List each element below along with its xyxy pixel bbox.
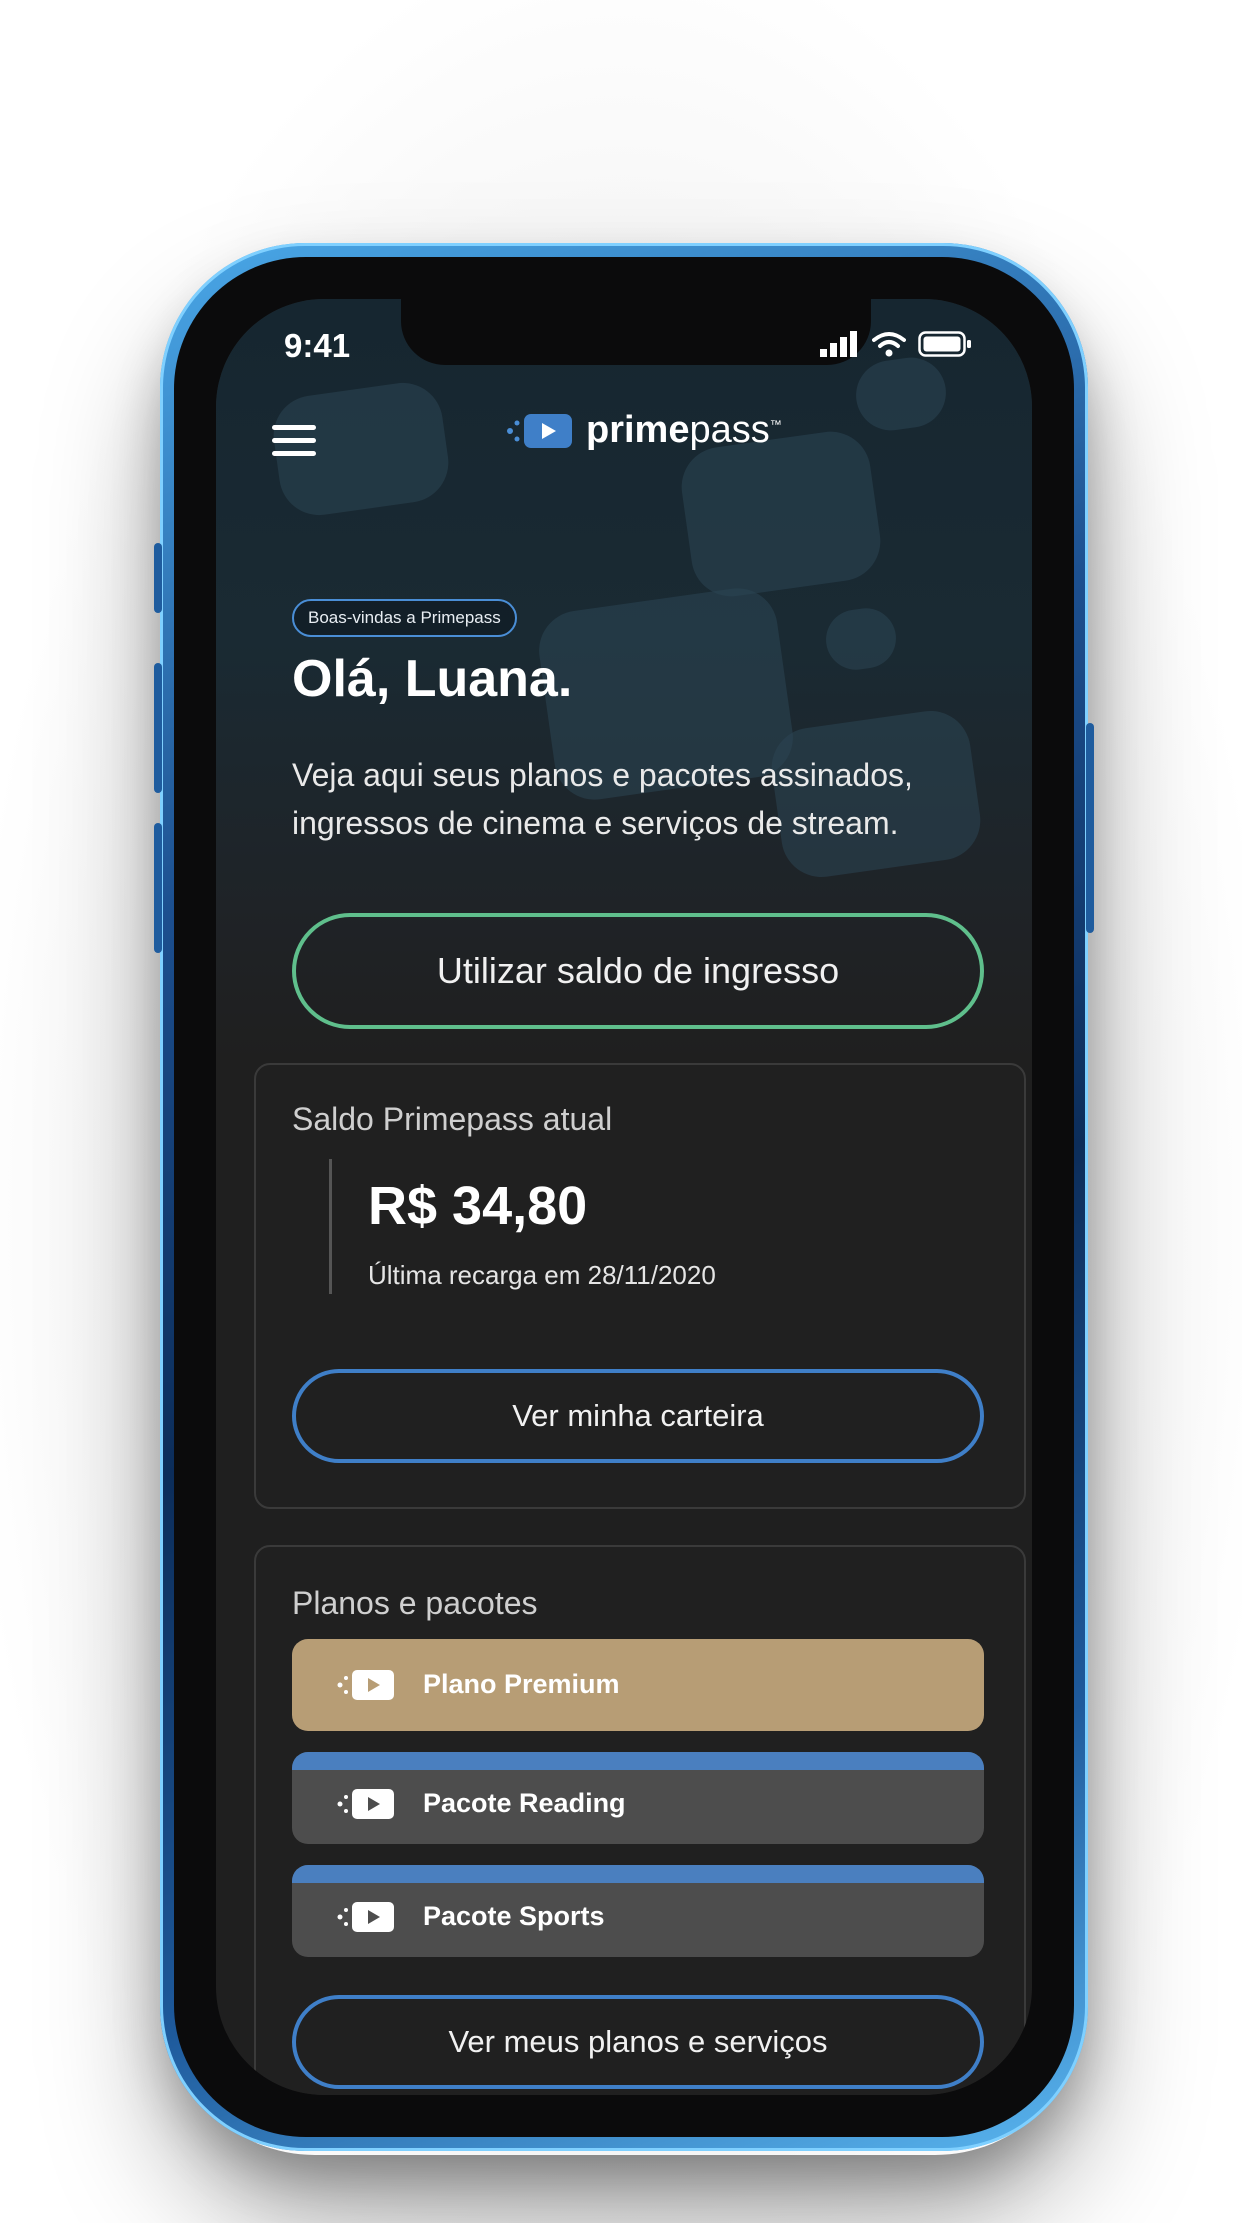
- play-ticket-icon: [337, 1902, 394, 1932]
- movie-tile: [851, 353, 951, 435]
- volume-up-button: [154, 663, 162, 793]
- phone-bezel: 9:41 primepass™ Boas-vindas a Primepass …: [174, 257, 1074, 2137]
- status-icons: [820, 331, 972, 357]
- app-screen: 9:41 primepass™ Boas-vindas a Primepass …: [216, 299, 1032, 2095]
- play-ticket-icon: [337, 1789, 394, 1819]
- plan-label: Plano Premium: [423, 1669, 620, 1699]
- intro-text: Veja aqui seus planos e pacotes assinado…: [292, 757, 913, 841]
- logo-wordmark: primepass™: [586, 409, 782, 451]
- volume-down-button: [154, 823, 162, 953]
- status-time: 9:41: [284, 327, 351, 364]
- movie-tile: [822, 604, 900, 674]
- plan-premium-row[interactable]: Plano Premium: [292, 1639, 984, 1731]
- plans-card-title: Planos e pacotes: [292, 1585, 538, 1621]
- view-wallet-button[interactable]: Ver minha carteira: [292, 1369, 984, 1463]
- mute-switch: [154, 543, 162, 613]
- use-ticket-balance-button[interactable]: Utilizar saldo de ingresso: [292, 913, 984, 1029]
- balance-card-title: Saldo Primepass atual: [292, 1101, 613, 1137]
- menu-icon[interactable]: [272, 425, 316, 457]
- plan-sports-row[interactable]: Pacote Sports: [292, 1865, 984, 1957]
- welcome-badge: Boas-vindas a Primepass: [292, 599, 517, 637]
- primepass-logo: primepass™: [506, 409, 782, 452]
- phone-notch: [401, 299, 871, 365]
- last-recharge-text: Última recarga em 28/11/2020: [368, 1260, 716, 1290]
- plan-reading-row[interactable]: Pacote Reading: [292, 1752, 984, 1844]
- plans-card: Planos e pacotes Plano Premium Pacote Re…: [254, 1545, 1026, 2095]
- battery-icon: [918, 331, 971, 357]
- balance-amount: R$ 34,80: [368, 1176, 588, 1236]
- balance-divider: [329, 1159, 332, 1294]
- phone-frame: 9:41 primepass™ Boas-vindas a Primepass …: [154, 243, 1094, 2151]
- power-button: [1086, 723, 1094, 933]
- plan-accent-stripe: [292, 1752, 984, 1770]
- signal-icon: [820, 331, 857, 357]
- play-ticket-icon: [507, 413, 572, 448]
- movie-tile: [676, 426, 886, 602]
- view-plans-button[interactable]: Ver meus planos e serviços: [292, 1995, 984, 2089]
- plan-accent-stripe: [292, 1865, 984, 1883]
- play-ticket-icon: [337, 1670, 394, 1700]
- plan-label: Pacote Sports: [423, 1901, 605, 1931]
- balance-card: Saldo Primepass atual R$ 34,80 Última re…: [254, 1063, 1026, 1509]
- plan-label: Pacote Reading: [423, 1788, 626, 1818]
- greeting-heading: Olá, Luana.: [292, 650, 573, 708]
- wifi-icon: [872, 332, 906, 357]
